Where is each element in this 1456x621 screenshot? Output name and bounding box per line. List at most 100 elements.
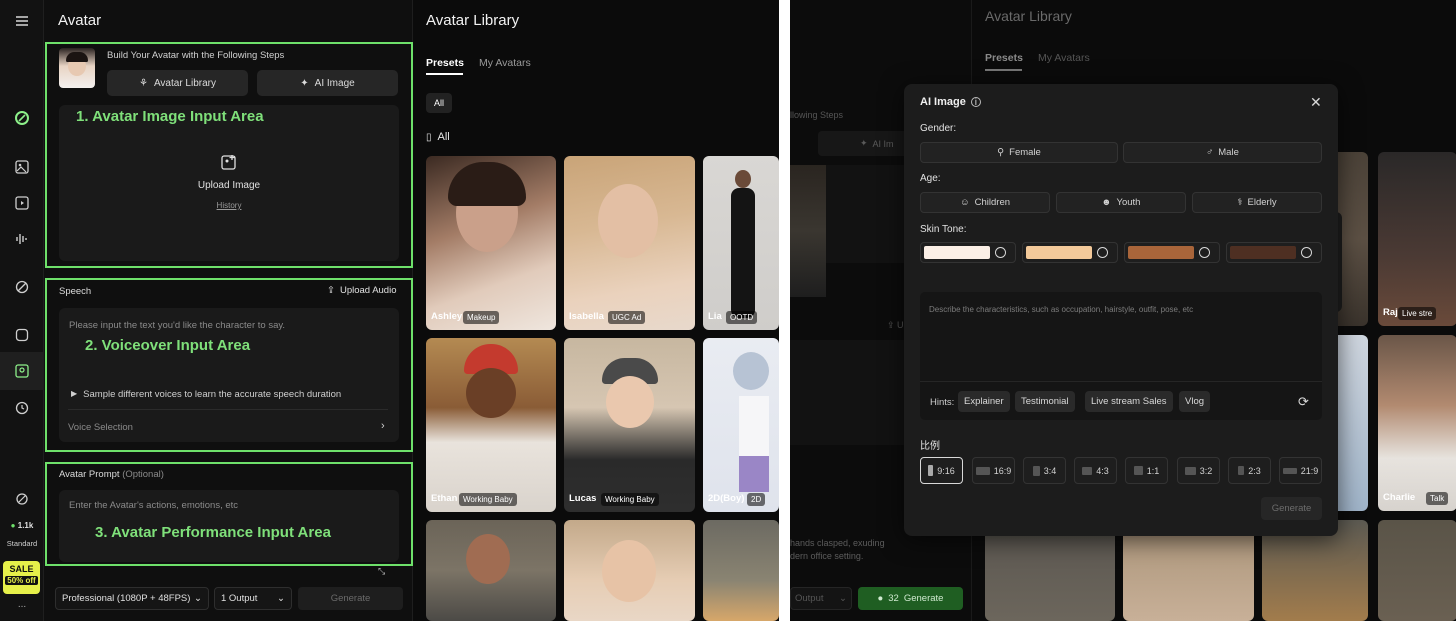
upload-image-label[interactable]: Upload Image xyxy=(189,180,269,191)
quality-select[interactable]: Professional (1080P + 48FPS) ⌄ xyxy=(55,587,209,610)
menu-icon[interactable] xyxy=(12,11,32,31)
ratio-label-text: 3:4 xyxy=(1043,465,1057,476)
bg-steps-text: llowing Steps xyxy=(790,110,844,120)
avatar-tile[interactable] xyxy=(564,520,695,621)
sale-badge[interactable]: SALE 50% off xyxy=(3,561,40,594)
bg-generate-label: Generate xyxy=(903,593,944,604)
avatar-icon[interactable] xyxy=(12,361,32,381)
avatar-tile[interactable]: Ashley Makeup xyxy=(426,156,556,330)
audio-wave-icon[interactable] xyxy=(12,229,32,249)
bg-output-value: Output xyxy=(795,593,824,604)
age-elderly-button[interactable]: ⚕ Elderly xyxy=(1192,192,1322,213)
expand-icon[interactable]: ⤡ xyxy=(378,566,385,577)
history-icon[interactable] xyxy=(12,398,32,418)
link-icon[interactable] xyxy=(12,489,32,509)
chevron-right-icon[interactable]: › xyxy=(381,420,385,432)
ratio-option-selected[interactable]: 9:16 xyxy=(920,457,963,484)
avatar-tile[interactable]: Lucas Working Baby xyxy=(564,338,695,512)
skin-tone-option[interactable] xyxy=(1022,242,1118,263)
ratio-option[interactable]: 4:3 xyxy=(1074,457,1117,484)
effects-icon[interactable] xyxy=(12,277,32,297)
area3-label: 3. Avatar Performance Input Area xyxy=(95,524,331,541)
generate-button[interactable]: Generate xyxy=(298,587,403,610)
video-icon[interactable] xyxy=(12,193,32,213)
gender-female-label: Female xyxy=(1009,147,1041,158)
plan-label: Standard xyxy=(6,539,38,548)
filter-all-chip[interactable]: All xyxy=(426,93,452,113)
tile-tag: OOTD xyxy=(726,311,758,324)
tile-tag: Makeup xyxy=(463,311,500,324)
sample-voices-row[interactable]: ▶ Sample different voices to learn the a… xyxy=(71,389,341,400)
info-icon[interactable]: i xyxy=(970,97,981,107)
ratio-option[interactable]: 1:1 xyxy=(1125,457,1168,484)
voice-selection-label[interactable]: Voice Selection xyxy=(68,422,133,433)
avatar-tile[interactable]: Lia OOTD xyxy=(703,156,779,330)
refresh-icon[interactable]: ⟳ xyxy=(1298,394,1309,410)
prompt-title: Avatar Prompt (Optional) xyxy=(59,469,164,480)
avatar-tile[interactable]: Isabella UGC Ad xyxy=(564,156,695,330)
bg-tab-presets: Presets xyxy=(985,52,1023,64)
skin-tone-option[interactable] xyxy=(920,242,1016,263)
avatar-panel: Avatar Build Your Avatar with the Follow… xyxy=(44,0,413,621)
ratio-option[interactable]: 2:3 xyxy=(1228,457,1271,484)
history-link[interactable]: History xyxy=(189,201,269,210)
image-icon[interactable] xyxy=(12,157,32,177)
skin-tone-option[interactable] xyxy=(1124,242,1220,263)
credits-count[interactable]: ● 1.1k xyxy=(0,521,44,530)
bg-library-title: Avatar Library xyxy=(985,8,1072,24)
skin-tone-option[interactable] xyxy=(1226,242,1322,263)
ai-image-button[interactable]: ✦ AI Image xyxy=(257,70,398,96)
avatar-tile[interactable] xyxy=(703,520,779,621)
bg-ai-label: AI Im xyxy=(872,138,894,149)
hint-chip[interactable]: Live stream Sales xyxy=(1085,391,1173,412)
tile-name: 2D(Boy) xyxy=(708,493,745,504)
ai-image-label: AI Image xyxy=(314,77,355,89)
avatar-tile[interactable]: 2D(Boy) 2D xyxy=(703,338,779,512)
template-icon[interactable] xyxy=(12,325,32,345)
output-select[interactable]: 1 Output ⌄ xyxy=(214,587,292,610)
modal-generate-button[interactable]: Generate xyxy=(1261,497,1322,520)
speech-placeholder[interactable]: Please input the text you'd like the cha… xyxy=(69,320,285,331)
ratio-label-text: 3:2 xyxy=(1199,465,1213,476)
tile-tag: Working Baby xyxy=(459,493,517,506)
avatar-tile[interactable] xyxy=(426,520,556,621)
age-label: Age: xyxy=(920,173,941,184)
ratio-option[interactable]: 3:4 xyxy=(1023,457,1066,484)
tab-my-avatars[interactable]: My Avatars xyxy=(479,57,531,69)
gender-male-button[interactable]: ♂ Male xyxy=(1123,142,1322,163)
radio-icon xyxy=(1199,247,1210,258)
hint-chip[interactable]: Explainer xyxy=(958,391,1010,412)
age-children-button[interactable]: ☺ Children xyxy=(920,192,1050,213)
ratio-option[interactable]: 3:2 xyxy=(1177,457,1220,484)
upload-audio-button[interactable]: ⇪ Upload Audio xyxy=(327,285,397,296)
tab-presets[interactable]: Presets xyxy=(426,57,464,69)
tile-name: Raj xyxy=(1383,307,1398,318)
tile-name: Lucas xyxy=(569,493,597,504)
ratio-option[interactable]: 16:9 xyxy=(972,457,1015,484)
prompt-title-text: Avatar Prompt xyxy=(59,469,120,480)
age-youth-button[interactable]: ☻ Youth xyxy=(1056,192,1186,213)
ratio-label-text: 1:1 xyxy=(1146,465,1160,476)
bg-avatar-tile xyxy=(1378,520,1456,621)
bg-tab-my-avatars: My Avatars xyxy=(1038,52,1090,64)
logo-icon[interactable] xyxy=(12,108,32,128)
ratio-label-text: 2:3 xyxy=(1248,465,1261,476)
hint-chip[interactable]: Testimonial xyxy=(1015,391,1075,412)
gender-male-label: Male xyxy=(1218,147,1239,158)
avatar-library-button[interactable]: ⚘ Avatar Library xyxy=(107,70,248,96)
ratio-option[interactable]: 21:9 xyxy=(1279,457,1322,484)
prompt-placeholder[interactable]: Enter the Avatar's actions, emotions, et… xyxy=(69,500,238,511)
close-icon[interactable]: ✕ xyxy=(1310,94,1322,111)
avatar-tile[interactable]: Ethan Working Baby xyxy=(426,338,556,512)
bg-credits: 32 xyxy=(888,593,899,604)
description-placeholder[interactable]: Describe the characteristics, such as oc… xyxy=(929,305,1193,314)
gender-female-button[interactable]: ⚲ Female xyxy=(920,142,1118,163)
avatar-thumbnail[interactable] xyxy=(59,48,95,88)
hint-chip[interactable]: Vlog xyxy=(1179,391,1211,412)
person-icon: ⚘ xyxy=(138,77,148,89)
more-dots[interactable]: ... xyxy=(0,599,44,610)
tile-name: Lia xyxy=(708,311,722,322)
children-icon: ☺ xyxy=(959,197,970,208)
modal-title: AI Image i xyxy=(920,96,981,108)
age-elderly-label: Elderly xyxy=(1247,197,1277,208)
